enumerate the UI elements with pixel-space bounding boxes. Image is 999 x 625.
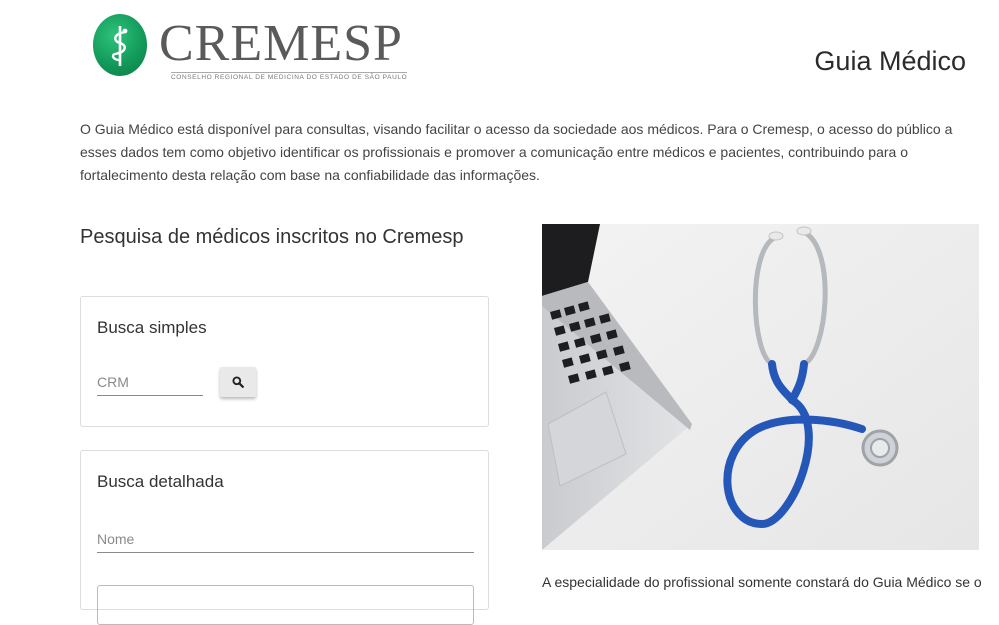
search-section-title: Pesquisa de médicos inscritos no Cremesp	[80, 226, 464, 248]
simple-search-title: Busca simples	[97, 318, 207, 337]
logo-wordmark: CREMESP	[159, 15, 403, 72]
laptop-stethoscope-photo	[542, 224, 979, 550]
simple-search-card: Busca simples	[80, 296, 489, 427]
intro-paragraph: O Guia Médico está disponível para consu…	[80, 121, 953, 183]
cremesp-logo[interactable]: CREMESP CONSELHO REGIONAL DE MEDICINA DO…	[93, 14, 408, 81]
logo-emblem	[93, 14, 147, 76]
caduceus-icon	[111, 26, 128, 66]
page-title: Guia Médico	[814, 46, 966, 76]
logo-subtitle: CONSELHO REGIONAL DE MEDICINA DO ESTADO …	[171, 72, 408, 81]
detailed-search-field[interactable]	[97, 585, 474, 625]
photo-caption: A especialidade do profissional somente …	[542, 574, 982, 590]
search-icon	[232, 376, 244, 388]
search-button[interactable]	[220, 367, 256, 397]
stethoscope-image	[542, 224, 979, 550]
crm-input[interactable]	[97, 372, 203, 396]
detailed-search-card: Busca detalhada	[80, 450, 489, 625]
header: CREMESP CONSELHO REGIONAL DE MEDICINA DO…	[0, 0, 999, 100]
detailed-search-title: Busca detalhada	[97, 472, 224, 491]
name-input[interactable]	[97, 529, 474, 553]
